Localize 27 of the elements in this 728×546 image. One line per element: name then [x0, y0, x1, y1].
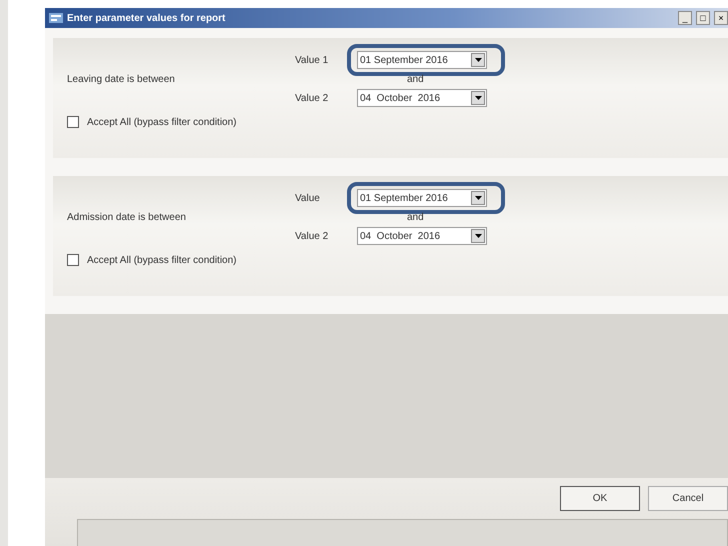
- window-control-button[interactable]: □: [696, 11, 710, 25]
- date-dropdown[interactable]: 01 September 2016: [357, 51, 487, 69]
- and-label: and: [407, 212, 425, 223]
- value-label: Value 2: [295, 92, 330, 104]
- window-control-button[interactable]: ×: [714, 11, 728, 25]
- window-control-button[interactable]: _: [678, 11, 692, 25]
- app-icon: [49, 13, 63, 23]
- dropdown-arrow-icon: [474, 96, 482, 100]
- checkbox-label: Accept All (bypass filter condition): [87, 254, 237, 266]
- dialog-button[interactable]: OK: [560, 486, 640, 511]
- date-dropdown[interactable]: 04 October 2016: [357, 89, 487, 107]
- value-label: Value 1: [295, 54, 330, 66]
- and-label: and: [407, 74, 425, 85]
- filter-label: Admission date is between: [67, 212, 187, 222]
- date-dropdown[interactable]: 01 September 2016: [357, 189, 487, 207]
- value-label: Value 2: [295, 230, 330, 242]
- date-dropdown[interactable]: 04 October 2016: [357, 227, 487, 245]
- dropdown-arrow-icon: [474, 196, 482, 200]
- value-label: Value: [295, 192, 321, 204]
- window-title: Enter parameter values for report: [67, 12, 226, 24]
- checkbox[interactable]: [67, 254, 79, 266]
- dropdown-arrow-icon: [474, 58, 482, 62]
- checkbox[interactable]: [67, 116, 79, 128]
- dropdown-arrow-icon: [474, 234, 482, 238]
- checkbox-label: Accept All (bypass filter condition): [87, 116, 237, 128]
- filter-label: Leaving date is between: [67, 74, 176, 84]
- dialog-button[interactable]: Cancel: [648, 486, 728, 511]
